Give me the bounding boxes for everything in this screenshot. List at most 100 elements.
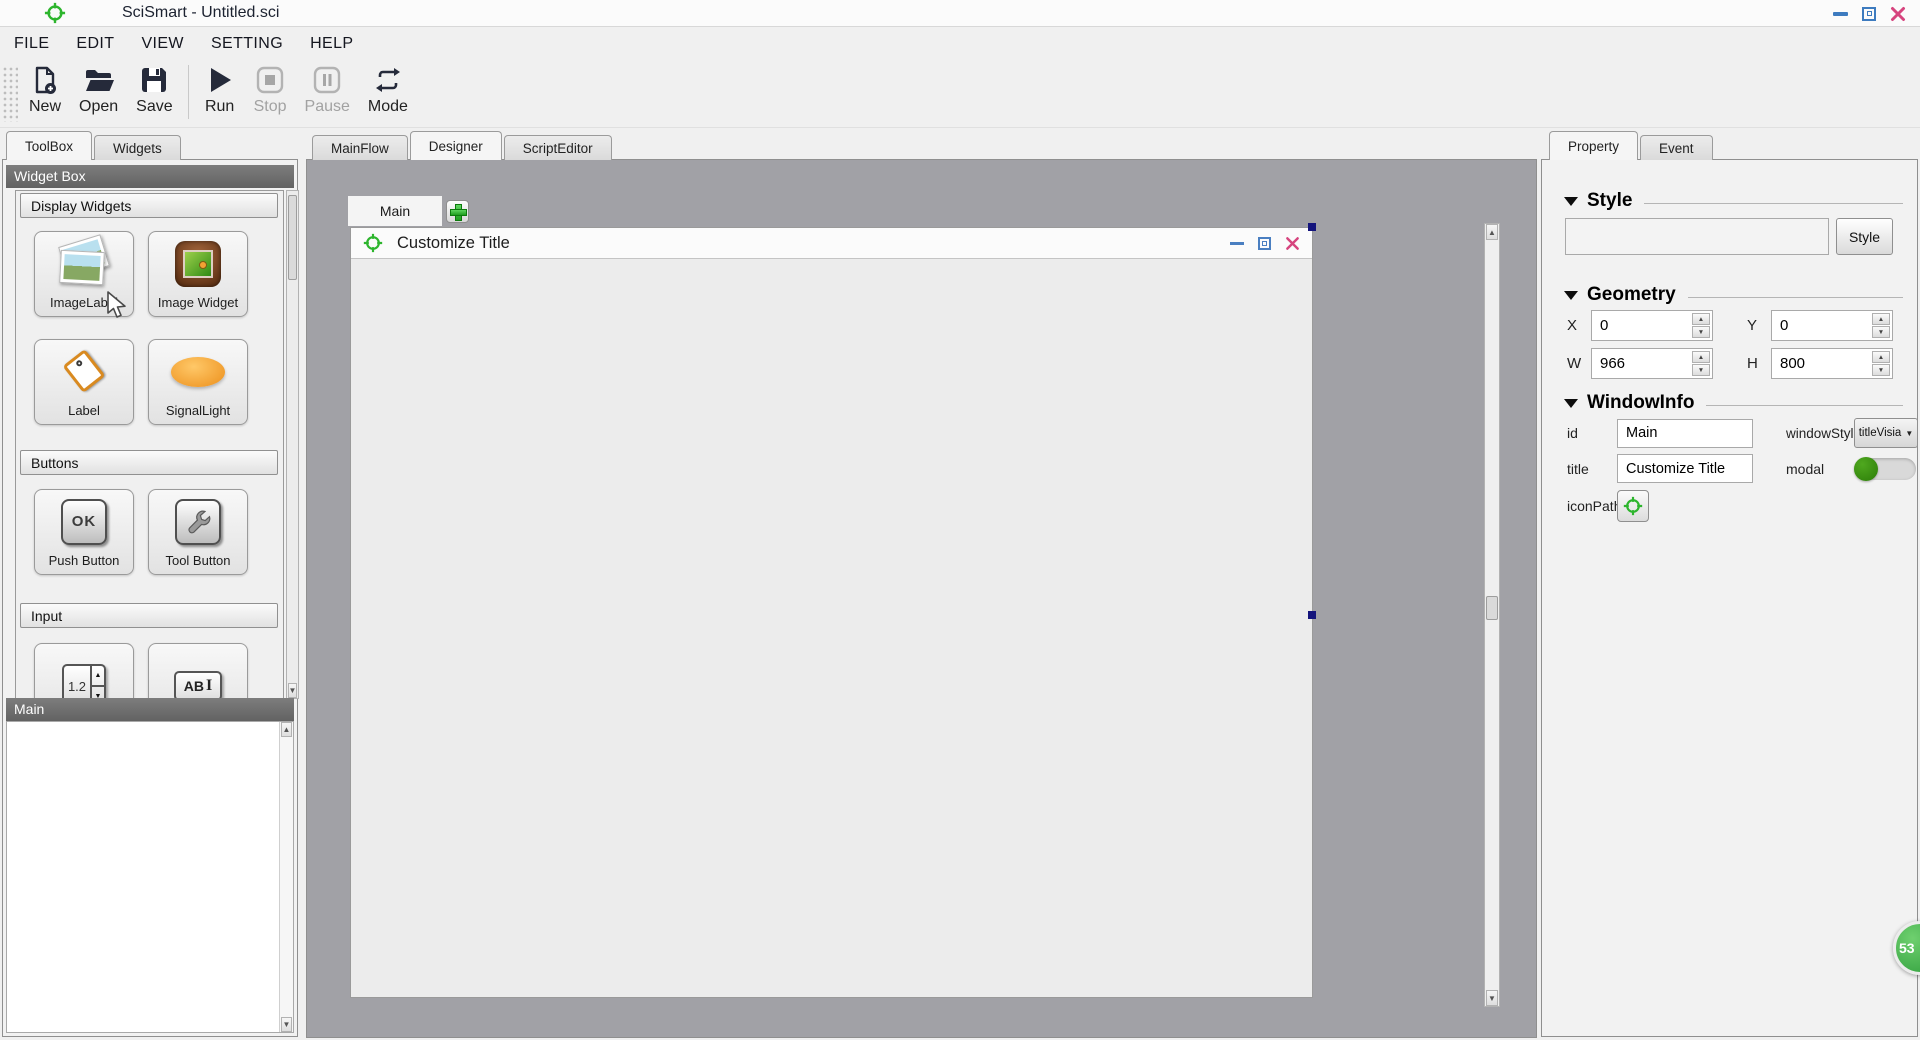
- label-tag-icon: [35, 340, 133, 403]
- h-spin-down[interactable]: ▼: [1872, 364, 1890, 376]
- x-spinner[interactable]: ▲▼: [1591, 310, 1713, 341]
- new-button[interactable]: New: [20, 60, 70, 116]
- canvas-scroll-up-arrow[interactable]: ▲: [1486, 224, 1498, 240]
- selection-handle-top-right[interactable]: [1308, 223, 1316, 231]
- menu-setting[interactable]: SETTING: [211, 35, 283, 53]
- w-spin-up[interactable]: ▲: [1692, 351, 1710, 363]
- modal-toggle[interactable]: [1854, 458, 1916, 480]
- tab-property[interactable]: Property: [1549, 131, 1638, 160]
- tab-event[interactable]: Event: [1640, 135, 1713, 160]
- designed-window-minimize-button[interactable]: [1230, 242, 1244, 245]
- widget-card-label[interactable]: Label: [34, 339, 134, 425]
- section-input[interactable]: Input: [20, 603, 278, 628]
- designed-window-maximize-button[interactable]: [1258, 237, 1271, 250]
- section-display-widgets[interactable]: Display Widgets: [20, 193, 278, 218]
- y-spin-down[interactable]: ▼: [1872, 326, 1890, 338]
- stop-button[interactable]: Stop: [245, 60, 296, 116]
- y-spinner[interactable]: ▲▼: [1771, 310, 1893, 341]
- menu-edit[interactable]: EDIT: [76, 35, 114, 53]
- widget-card-toolbutton[interactable]: Tool Button: [148, 489, 248, 575]
- menu-view[interactable]: VIEW: [141, 35, 184, 53]
- widget-card-pushbutton[interactable]: OK Push Button: [34, 489, 134, 575]
- windowinfo-section-header[interactable]: WindowInfo: [1564, 390, 1903, 416]
- style-input[interactable]: [1565, 218, 1829, 255]
- tab-designer[interactable]: Designer: [410, 131, 502, 160]
- pause-button[interactable]: Pause: [296, 60, 359, 116]
- widget-box-scrollbar[interactable]: ▼: [286, 190, 299, 699]
- page-tab-main[interactable]: Main: [348, 196, 442, 226]
- widget-card-signallight[interactable]: SignalLight: [148, 339, 248, 425]
- run-button[interactable]: Run: [195, 60, 245, 116]
- canvas-scrollbar-thumb[interactable]: [1486, 596, 1498, 620]
- toolbar-drag-handle[interactable]: [2, 66, 18, 122]
- tab-toolbox[interactable]: ToolBox: [6, 131, 92, 160]
- menu-help[interactable]: HELP: [310, 35, 353, 53]
- x-spin-down[interactable]: ▼: [1692, 326, 1710, 338]
- maximize-button[interactable]: [1862, 7, 1876, 21]
- window-title: SciSmart - Untitled.sci: [122, 4, 279, 22]
- close-button[interactable]: [1890, 6, 1906, 22]
- outline-scroll-up-arrow[interactable]: ▲: [281, 722, 292, 737]
- iconpath-button[interactable]: [1617, 490, 1649, 522]
- y-spin-up[interactable]: ▲: [1872, 313, 1890, 325]
- outline-scroll-down-arrow[interactable]: ▼: [281, 1017, 292, 1032]
- widget-box-scrollbar-thumb[interactable]: [288, 195, 297, 280]
- designed-window-icon: [363, 233, 383, 253]
- h-spinner[interactable]: ▲▼: [1771, 348, 1893, 379]
- add-page-button[interactable]: [446, 200, 469, 223]
- save-icon: [138, 64, 170, 96]
- collapse-triangle-icon: [1564, 197, 1578, 206]
- section-buttons[interactable]: Buttons: [20, 450, 278, 475]
- app-crosshair-icon: [44, 2, 66, 24]
- widget-box-header: Widget Box: [6, 165, 294, 188]
- modal-label: modal: [1786, 461, 1854, 477]
- iconpath-label: iconPath: [1567, 498, 1617, 514]
- toolbox-panel: Widget Box Display Widgets ImageLabel Im…: [2, 159, 298, 1037]
- style-section-header[interactable]: Style: [1564, 188, 1903, 214]
- windowstyle-dropdown[interactable]: titleVisia ▼: [1854, 418, 1918, 448]
- titlebar: SciSmart - Untitled.sci: [0, 0, 1920, 27]
- save-button[interactable]: Save: [127, 60, 181, 116]
- pushbutton-icon: OK: [35, 490, 133, 553]
- toolbutton-wrench-icon: [149, 490, 247, 553]
- center-tabs: MainFlow Designer ScriptEditor: [312, 131, 614, 160]
- widget-card-imagelabel[interactable]: ImageLabel: [34, 231, 134, 317]
- w-spinner[interactable]: ▲▼: [1591, 348, 1713, 379]
- outline-scrollbar[interactable]: ▲ ▼: [279, 722, 293, 1032]
- widget-card-lineedit[interactable]: ABI: [148, 643, 248, 699]
- geometry-section-header[interactable]: Geometry: [1564, 282, 1903, 308]
- w-label: W: [1567, 355, 1591, 372]
- outline-list[interactable]: ▲ ▼: [6, 721, 294, 1033]
- style-button[interactable]: Style: [1836, 218, 1893, 255]
- stop-icon: [254, 64, 286, 96]
- designed-window-close-button[interactable]: [1285, 236, 1300, 251]
- open-button[interactable]: Open: [70, 60, 127, 116]
- widget-box-scroll-down-arrow[interactable]: ▼: [288, 683, 297, 698]
- tab-widgets[interactable]: Widgets: [94, 135, 181, 160]
- h-spin-up[interactable]: ▲: [1872, 351, 1890, 363]
- canvas-scrollbar[interactable]: ▲ ▼: [1484, 223, 1500, 1007]
- imagewidget-icon: [149, 232, 247, 295]
- designed-window-titlebar[interactable]: Customize Title: [351, 228, 1312, 259]
- mode-loop-icon: [372, 64, 404, 96]
- h-label: H: [1747, 355, 1771, 372]
- id-label: id: [1567, 425, 1617, 441]
- tab-scripteditor[interactable]: ScriptEditor: [504, 135, 612, 160]
- menu-file[interactable]: FILE: [14, 35, 49, 53]
- canvas-scroll-down-arrow[interactable]: ▼: [1486, 990, 1498, 1006]
- id-input[interactable]: [1617, 419, 1753, 448]
- widget-card-spinbox[interactable]: 1.2 ▲▼: [34, 643, 134, 699]
- designed-window[interactable]: Customize Title: [350, 227, 1313, 998]
- widget-card-imagewidget[interactable]: Image Widget: [148, 231, 248, 317]
- designer-canvas[interactable]: Main Customize Title ▲ ▼: [306, 159, 1537, 1038]
- collapse-triangle-icon: [1564, 291, 1578, 300]
- mode-button[interactable]: Mode: [359, 60, 417, 116]
- tab-mainflow[interactable]: MainFlow: [312, 135, 408, 160]
- left-panel-tabs: ToolBox Widgets: [6, 131, 183, 160]
- x-label: X: [1567, 317, 1591, 334]
- minimize-button[interactable]: [1833, 12, 1848, 16]
- x-spin-up[interactable]: ▲: [1692, 313, 1710, 325]
- title-input[interactable]: [1617, 454, 1753, 483]
- w-spin-down[interactable]: ▼: [1692, 364, 1710, 376]
- selection-handle-right-middle[interactable]: [1308, 611, 1316, 619]
